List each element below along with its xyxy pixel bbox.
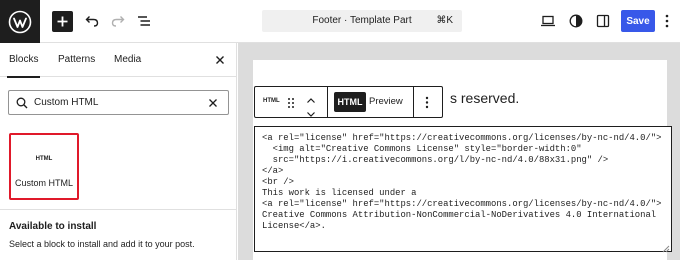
chevron-up-icon <box>307 98 315 103</box>
code-line: This work is licensed under a <box>262 188 417 198</box>
code-line: src="https://i.creativecommons.org/l/by-… <box>262 155 609 165</box>
document-overview-button[interactable] <box>134 11 154 31</box>
toolbar-divider <box>413 87 414 117</box>
preview-device-button[interactable] <box>538 11 558 31</box>
available-title: Available to install <box>9 221 97 232</box>
block-item-label: Custom HTML <box>14 178 73 188</box>
add-block-button[interactable] <box>52 11 73 32</box>
html-code-editor[interactable]: <a rel="license" href="https://creativec… <box>254 126 672 252</box>
preview-tab-button[interactable]: Preview <box>369 96 403 107</box>
desktop-icon <box>541 15 555 27</box>
save-button[interactable]: Save <box>621 10 655 32</box>
search-icon <box>16 97 28 109</box>
chevron-down-icon <box>307 112 315 117</box>
settings-sidebar-button[interactable] <box>593 11 613 31</box>
more-vertical-icon <box>665 14 669 28</box>
wordpress-logo-icon[interactable] <box>0 0 40 43</box>
footer-text: s reserved. <box>450 90 520 106</box>
block-inserter-panel: Blocks Patterns Media Custom HTML HTML C… <box>0 43 237 260</box>
html-tab-button[interactable]: HTML <box>334 92 366 112</box>
code-line: <br /> <box>262 177 294 187</box>
drag-handle[interactable] <box>287 96 295 114</box>
block-search-input[interactable]: Custom HTML <box>8 90 229 115</box>
code-line: <img alt="Creative Commons License" styl… <box>262 144 582 154</box>
code-line: <a rel="license" href="https://creativec… <box>262 199 662 209</box>
code-line: </a> <box>262 166 284 176</box>
document-title-bar[interactable]: Footer · Template Part ⌘K <box>262 10 462 32</box>
drag-icon <box>288 98 294 108</box>
block-options-button[interactable] <box>425 96 429 114</box>
block-type-icon[interactable]: HTML <box>263 98 280 104</box>
inserter-tabs: Blocks Patterns Media <box>0 43 236 78</box>
command-shortcut: ⌘K <box>436 15 453 26</box>
toolbar-divider <box>327 87 328 117</box>
search-value: Custom HTML <box>34 97 99 108</box>
options-button[interactable] <box>660 11 674 31</box>
textarea-resize-handle[interactable] <box>660 240 670 253</box>
custom-html-block-item[interactable]: HTML Custom HTML <box>9 133 79 200</box>
move-down-button[interactable] <box>306 105 316 123</box>
html-block-icon: HTML <box>35 156 53 162</box>
more-vertical-icon <box>425 96 429 109</box>
redo-icon <box>111 16 125 27</box>
code-line: <a rel="license" href="https://creativec… <box>262 133 662 143</box>
tab-blocks[interactable]: Blocks <box>6 43 41 78</box>
top-toolbar: Footer · Template Part ⌘K Save <box>0 0 680 43</box>
available-description: Select a block to install and add it to … <box>9 239 195 249</box>
code-line: Creative Commons Attribution-NonCommerci… <box>262 210 657 220</box>
code-line: License</a>. <box>262 221 326 231</box>
sidebar-icon <box>596 14 610 28</box>
tab-patterns[interactable]: Patterns <box>58 43 95 77</box>
resize-grip-icon <box>662 245 670 253</box>
document-title: Footer · Template Part <box>312 15 412 26</box>
undo-icon <box>85 16 99 27</box>
redo-button[interactable] <box>108 11 128 31</box>
list-view-icon <box>138 16 150 26</box>
clear-search-icon[interactable] <box>208 98 218 108</box>
plus-icon <box>57 16 68 27</box>
styles-button[interactable] <box>566 11 586 31</box>
available-to-install-section: Available to install Select a block to i… <box>0 209 236 260</box>
half-circle-icon <box>569 14 583 28</box>
tab-media[interactable]: Media <box>114 43 141 77</box>
block-toolbar: HTML HTML Preview <box>254 86 443 118</box>
undo-button[interactable] <box>82 11 102 31</box>
close-inserter-button[interactable] <box>212 52 228 68</box>
close-icon <box>216 56 224 64</box>
